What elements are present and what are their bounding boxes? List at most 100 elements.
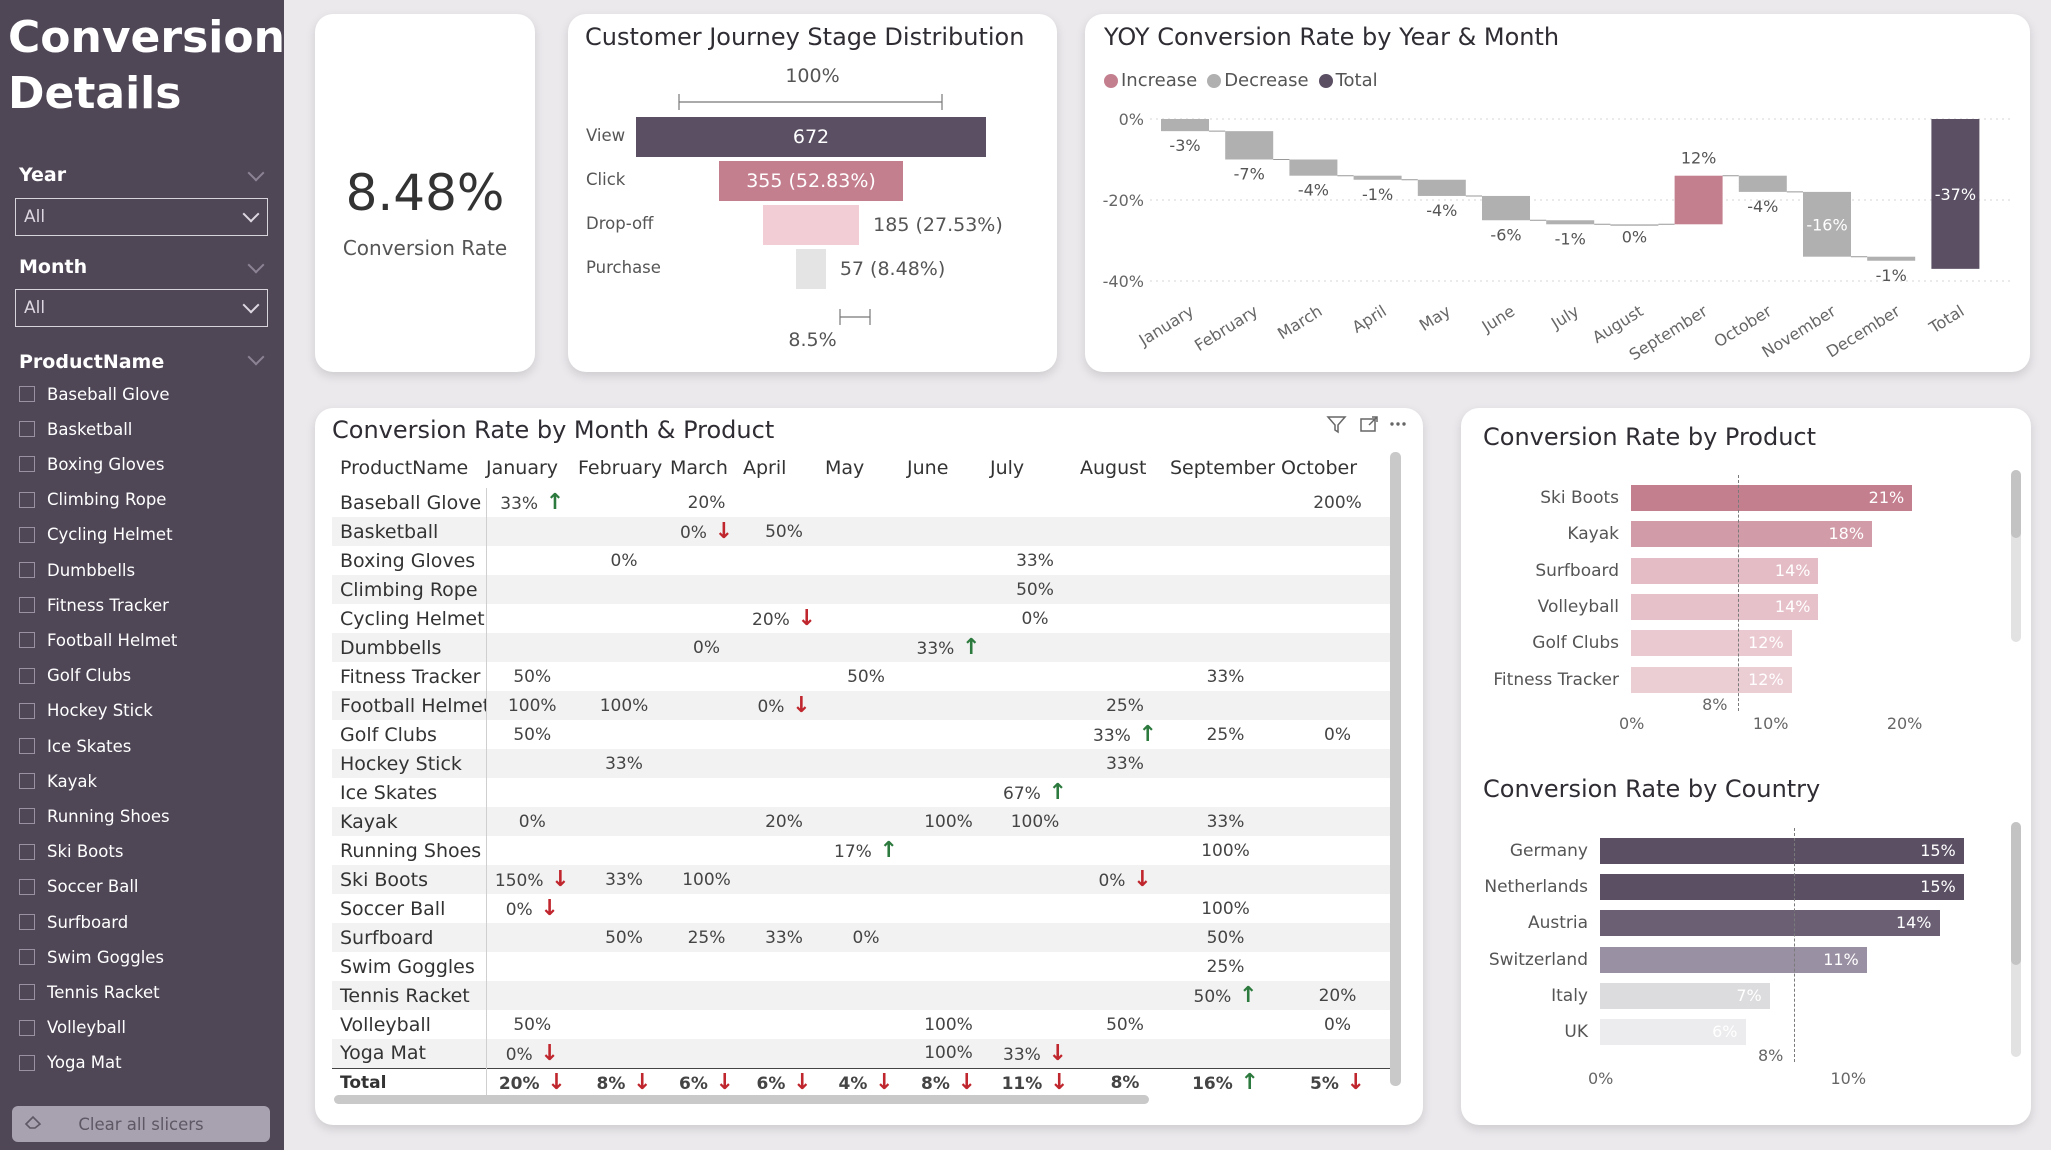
product-slicer-item[interactable]: Football Helmet <box>19 627 177 653</box>
waterfall-bar[interactable] <box>1289 159 1338 176</box>
checkbox[interactable] <box>19 667 35 684</box>
matrix-vertical-scrollbar[interactable] <box>1390 452 1401 1086</box>
product-slicer-item[interactable]: Kayak <box>19 768 97 794</box>
chevron-down-icon[interactable] <box>247 348 265 366</box>
product-slicer-item[interactable]: Ice Skates <box>19 733 131 759</box>
matrix-horizontal-scrollbar[interactable] <box>334 1095 1149 1104</box>
table-cell <box>486 546 578 575</box>
checkbox[interactable] <box>19 914 35 930</box>
product-slicer-item[interactable]: Hockey Stick <box>19 698 153 724</box>
matrix-table: ProductName January February March April May J… <box>332 448 1394 1097</box>
funnel-bar[interactable] <box>762 205 860 245</box>
waterfall-bar[interactable] <box>1353 175 1402 180</box>
focus-mode-icon[interactable] <box>1360 416 1378 432</box>
column-header[interactable]: January <box>486 448 578 488</box>
checkbox[interactable] <box>19 597 35 614</box>
bar[interactable]: 12% <box>1631 630 1792 657</box>
chevron-down-icon[interactable] <box>247 256 265 274</box>
product-slicer-item[interactable]: Dumbbells <box>19 557 135 583</box>
column-header[interactable]: April <box>743 448 825 488</box>
checkbox[interactable] <box>19 843 35 860</box>
product-slicer-item[interactable]: Ski Boots <box>19 839 123 865</box>
bar[interactable]: 11% <box>1600 946 1867 973</box>
product-slicer-item[interactable]: Volleyball <box>19 1015 126 1041</box>
product-slicer-item[interactable]: Tennis Racket <box>19 979 160 1005</box>
product-slicer-item[interactable]: Basketball <box>19 416 132 442</box>
product-slicer-item[interactable]: Climbing Rope <box>19 487 166 513</box>
column-header[interactable]: June <box>907 448 990 488</box>
checkbox[interactable] <box>19 949 35 966</box>
bar[interactable]: 14% <box>1631 593 1819 620</box>
chevron-down-icon[interactable] <box>247 164 265 182</box>
waterfall-bar[interactable] <box>1161 119 1209 132</box>
table-cell <box>743 952 825 981</box>
checkbox[interactable] <box>19 456 35 473</box>
x-tick-label: Total <box>1925 301 1968 337</box>
checkbox[interactable] <box>19 702 35 719</box>
waterfall-bar[interactable] <box>1546 220 1595 225</box>
product-slicer-item[interactable]: Soccer Ball <box>19 874 139 900</box>
column-header[interactable]: July <box>990 448 1080 488</box>
checkbox[interactable] <box>19 562 35 578</box>
column-header[interactable]: October <box>1281 448 1394 488</box>
table-cell <box>1080 836 1170 865</box>
checkbox[interactable] <box>19 491 35 508</box>
checkbox[interactable] <box>19 526 35 543</box>
product-slicer-item[interactable]: Golf Clubs <box>19 663 131 689</box>
checkbox[interactable] <box>19 984 35 1001</box>
waterfall-bar[interactable] <box>1417 179 1466 196</box>
checkbox[interactable] <box>19 738 35 754</box>
column-header[interactable]: ProductName <box>332 448 486 488</box>
product-slicer-item[interactable]: Cycling Helmet <box>19 522 173 548</box>
table-row: Hockey Stick 33% 33% <box>332 749 1394 778</box>
checkbox[interactable] <box>19 1019 35 1036</box>
bar[interactable]: 18% <box>1631 521 1873 548</box>
waterfall-bar[interactable] <box>1482 195 1530 221</box>
bar[interactable]: 12% <box>1631 666 1792 693</box>
product-slicer-item-label: Ski Boots <box>47 842 124 862</box>
bar[interactable]: 21% <box>1631 485 1913 511</box>
bar[interactable]: 14% <box>1600 910 1940 937</box>
bar[interactable]: 14% <box>1631 557 1819 584</box>
column-header[interactable]: August <box>1080 448 1170 488</box>
checkbox[interactable] <box>19 386 35 402</box>
column-header[interactable]: March <box>670 448 743 488</box>
product-chart-scroll-thumb[interactable] <box>2011 470 2021 538</box>
product-slicer-item[interactable]: Swim Goggles <box>19 944 164 970</box>
table-cell: 0% <box>825 923 907 952</box>
product-slicer-item[interactable]: Baseball Glove <box>19 381 170 407</box>
column-header[interactable]: September <box>1170 448 1281 488</box>
checkbox[interactable] <box>19 878 35 895</box>
checkbox[interactable] <box>19 632 35 649</box>
funnel-bar[interactable] <box>796 249 826 289</box>
bar[interactable]: 15% <box>1600 838 1964 864</box>
year-dropdown[interactable]: All <box>15 198 268 236</box>
table-cell: 100% <box>907 1010 990 1039</box>
checkbox[interactable] <box>19 1054 35 1071</box>
column-header[interactable]: February <box>578 448 670 488</box>
checkbox[interactable] <box>19 773 35 790</box>
product-slicer-item[interactable]: Fitness Tracker <box>19 592 169 618</box>
product-slicer-item[interactable]: Yoga Mat <box>19 1050 122 1076</box>
waterfall-bar[interactable] <box>1674 175 1723 225</box>
product-slicer-item[interactable]: Surfboard <box>19 909 128 935</box>
product-slicer-item[interactable]: Boxing Gloves <box>19 451 164 477</box>
checkbox[interactable] <box>19 421 35 438</box>
clear-slicers-button[interactable]: Clear all slicers <box>12 1106 270 1142</box>
table-cell: 50% <box>486 1010 578 1039</box>
column-header[interactable]: May <box>825 448 907 488</box>
waterfall-bar[interactable] <box>1738 175 1787 192</box>
waterfall-bar[interactable] <box>1867 256 1916 261</box>
checkbox[interactable] <box>19 808 35 825</box>
waterfall-bar[interactable] <box>1610 224 1659 226</box>
bar[interactable]: 15% <box>1600 874 1964 901</box>
filter-icon[interactable] <box>1326 416 1347 434</box>
table-cell <box>670 546 743 575</box>
waterfall-bar[interactable] <box>1225 131 1274 160</box>
country-chart-scroll-thumb[interactable] <box>2011 822 2021 965</box>
month-dropdown[interactable]: All <box>15 289 268 327</box>
bar[interactable]: 7% <box>1600 982 1770 1009</box>
more-options-icon[interactable] <box>1390 422 1406 426</box>
product-slicer-item[interactable]: Running Shoes <box>19 803 170 829</box>
bar[interactable]: 6% <box>1600 1019 1746 1045</box>
